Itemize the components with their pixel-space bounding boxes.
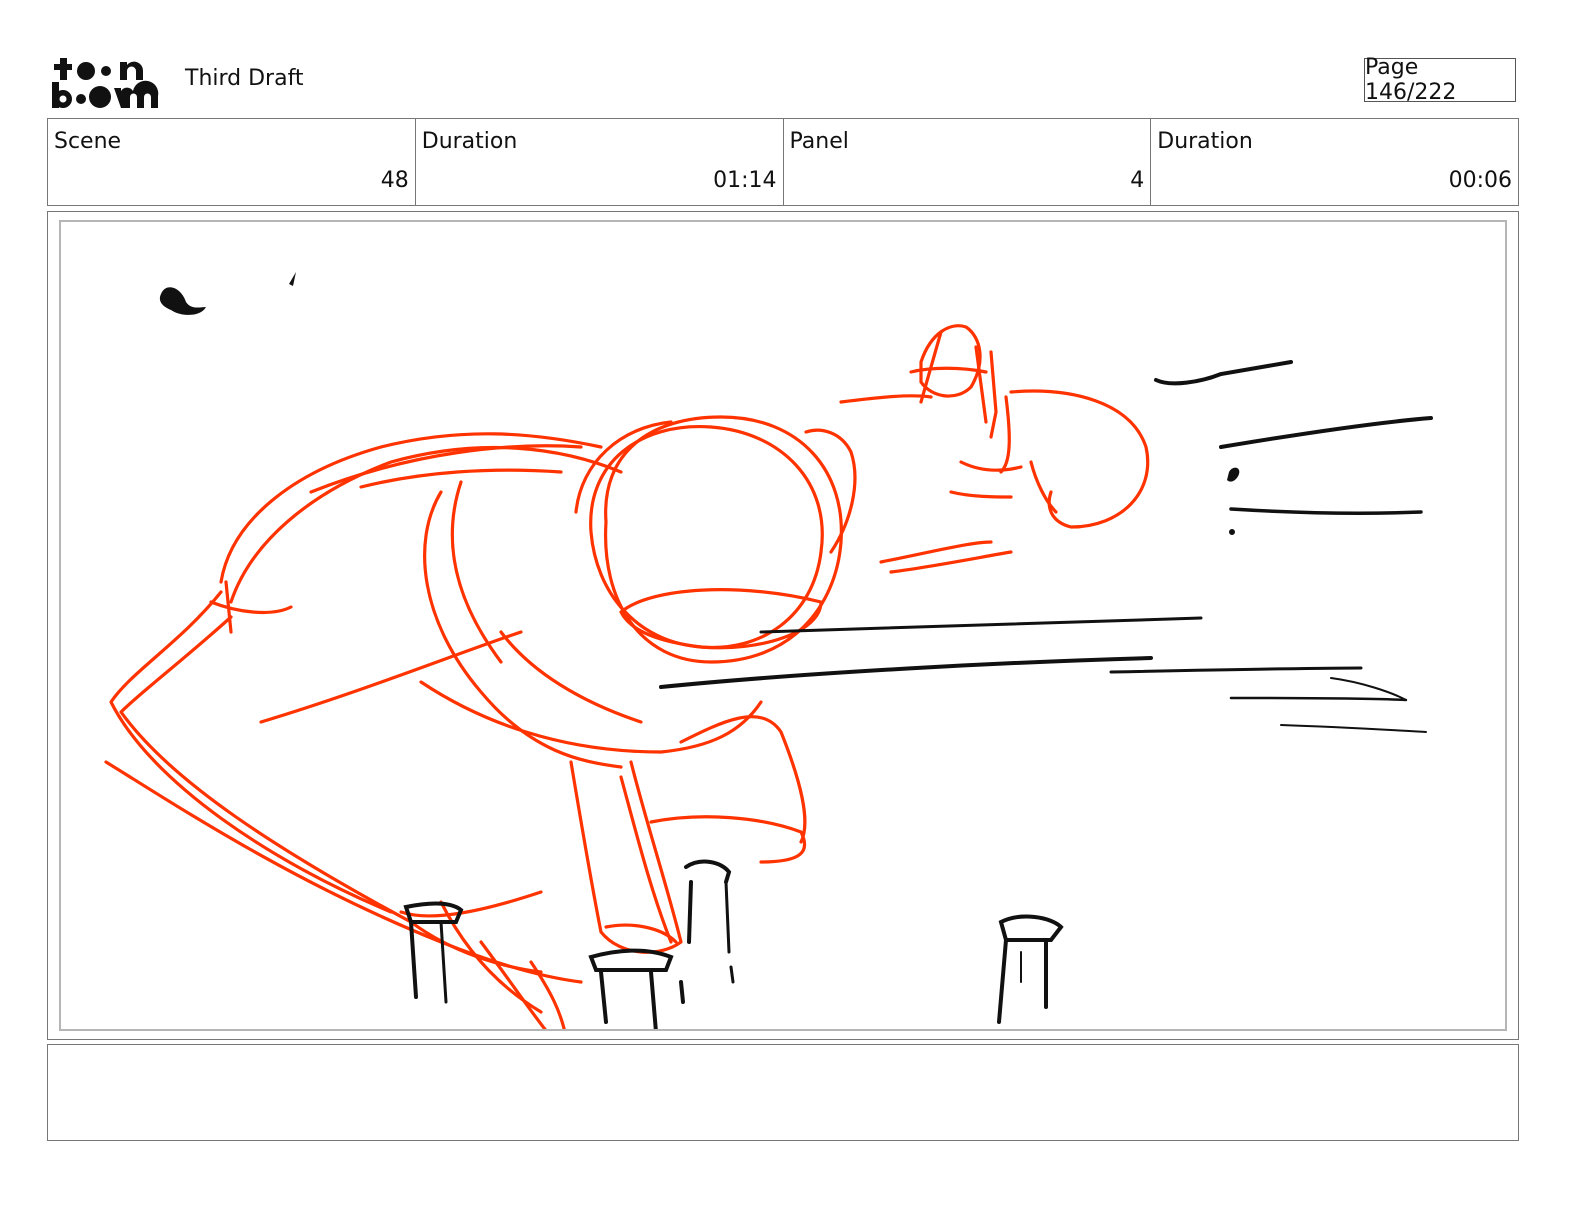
panel-label: Panel bbox=[789, 129, 849, 154]
panel-frame bbox=[47, 211, 1519, 1040]
scene-duration-cell: Duration 01:14 bbox=[416, 119, 784, 205]
panel-cell: Panel 4 bbox=[784, 119, 1152, 205]
scene-duration-label: Duration bbox=[421, 129, 518, 154]
panel-duration-cell: Duration 00:06 bbox=[1151, 119, 1518, 205]
scene-label: Scene bbox=[54, 129, 122, 154]
scene-info-row: Scene 48 Duration 01:14 Panel 4 Duration… bbox=[47, 118, 1519, 206]
document-title: Third Draft bbox=[185, 66, 304, 91]
panel-value: 4 bbox=[1130, 168, 1145, 193]
scene-value: 48 bbox=[380, 168, 409, 193]
rough-character-sketch bbox=[104, 324, 1150, 1029]
scene-duration-value: 01:14 bbox=[713, 168, 777, 193]
ink-details bbox=[403, 360, 1433, 1029]
panel-duration-value: 00:06 bbox=[1448, 168, 1512, 193]
panel-duration-label: Duration bbox=[1157, 129, 1253, 154]
panel-image bbox=[59, 220, 1507, 1031]
toon-boom-logo-mark bbox=[52, 58, 159, 108]
page-number: Page 146/222 bbox=[1364, 55, 1516, 105]
toon-boom-logo bbox=[50, 52, 164, 112]
storyboard-sketch bbox=[104, 272, 1433, 1029]
panel-notes-box bbox=[47, 1044, 1519, 1141]
scene-cell: Scene 48 bbox=[48, 119, 416, 205]
